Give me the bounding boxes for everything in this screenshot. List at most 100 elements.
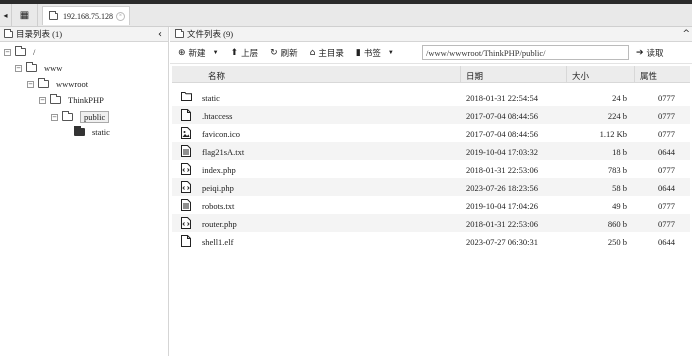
file-name: .htaccess [202, 111, 233, 121]
file-name: favicon.ico [202, 129, 240, 139]
directory-panel-header: 目录列表 (1) ‹ [0, 27, 168, 42]
file-row[interactable]: router.php 2018-01-31 22:53:06 860 b 0777 [172, 214, 690, 232]
file-name: flag21sA.txt [202, 147, 245, 157]
column-attr[interactable]: 属性 [640, 70, 657, 82]
prev-tab-button[interactable]: ◂ [0, 4, 12, 26]
file-table-header: 名称 日期 大小 属性 [172, 66, 690, 83]
folder-icon [50, 94, 61, 104]
plus-circle-icon: ⊕ [178, 47, 186, 58]
home-button-label: 主目录 [318, 47, 344, 58]
caret-down-icon: ▼ [387, 49, 394, 56]
file-date: 2018-01-31 22:53:06 [466, 165, 539, 175]
file-size: 18 b [612, 147, 627, 157]
file-row[interactable]: shell1.elf 2023-07-27 06:30:31 250 b 0644 [172, 232, 690, 250]
code-file-icon [181, 181, 191, 193]
file-name: index.php [202, 165, 236, 175]
folder-icon [175, 28, 184, 38]
refresh-button-label: 刷新 [280, 47, 298, 58]
file-name: robots.txt [202, 201, 235, 211]
file-toolbar: ⊕ 新建 ▼ ⬆ 上层 ↻ 刷新 ⌂ 主目录 ▮ 书签 ▼ ➔ 读取 [170, 42, 692, 64]
collapse-toggle-icon[interactable]: − [39, 96, 46, 104]
folder-icon [62, 111, 73, 121]
file-date: 2018-01-31 22:53:06 [466, 219, 539, 229]
file-attr: 0777 [658, 219, 675, 229]
path-input[interactable] [422, 45, 629, 60]
file-row[interactable]: index.php 2018-01-31 22:53:06 783 b 0777 [172, 160, 690, 178]
collapse-right-icon[interactable]: ^ [682, 29, 690, 39]
refresh-button[interactable]: ↻ 刷新 [270, 47, 298, 59]
file-date: 2018-01-31 22:54:54 [466, 93, 539, 103]
collapse-toggle-icon[interactable]: − [51, 113, 58, 121]
file-name: router.php [202, 219, 237, 229]
file-size: 1.12 Kb [599, 129, 627, 139]
text-file-icon [181, 145, 191, 157]
file-size: 49 b [612, 201, 627, 211]
file-attr: 0777 [658, 111, 675, 121]
column-divider [634, 66, 635, 83]
file-attr: 0644 [658, 147, 675, 157]
close-icon[interactable]: × [116, 11, 125, 21]
bookmark-button[interactable]: ▮ 书签 ▼ [356, 47, 394, 59]
folder-icon [49, 10, 58, 20]
column-size[interactable]: 大小 [572, 70, 589, 82]
file-date: 2017-07-04 08:44:56 [466, 129, 539, 139]
tree-node-www[interactable]: − www [15, 62, 62, 73]
text-file-icon [181, 199, 191, 211]
file-attr: 0777 [658, 129, 675, 139]
home-icon: ⌂ [309, 47, 316, 58]
file-row[interactable]: static 2018-01-31 22:54:54 24 b 0777 [172, 88, 690, 106]
tree-node-wwwroot[interactable]: − wwwroot [27, 78, 88, 89]
file-attr: 0644 [658, 237, 675, 247]
file-row[interactable]: peiqi.php 2023-07-26 18:23:56 58 b 0644 [172, 178, 690, 196]
grid-icon: ▦ [19, 9, 30, 21]
tree-node-label: static [92, 127, 110, 137]
read-button[interactable]: ➔ 读取 [636, 45, 664, 60]
file-size: 224 b [607, 111, 627, 121]
home-button[interactable]: ⌂ 主目录 [310, 47, 344, 59]
file-date: 2023-07-27 06:30:31 [466, 237, 539, 247]
caret-down-icon: ▼ [212, 49, 219, 56]
file-size: 58 b [612, 183, 627, 193]
tab-title: 192.168.75.128 [63, 11, 113, 21]
file-attr: 0644 [658, 183, 675, 193]
tree-node-public[interactable]: − public [51, 111, 110, 123]
refresh-icon: ↻ [270, 47, 278, 58]
tab-grid-button[interactable]: ▦ [12, 4, 38, 26]
file-name: shell1.elf [202, 237, 234, 247]
file-date: 2017-07-04 08:44:56 [466, 111, 539, 121]
file-name: static [202, 93, 220, 103]
up-button[interactable]: ⬆ 上层 [231, 47, 259, 59]
tree-node-static[interactable]: static [63, 126, 110, 137]
code-file-icon [181, 163, 191, 175]
tree-node-root[interactable]: − / [4, 46, 36, 57]
file-row[interactable]: flag21sA.txt 2019-10-04 17:03:32 18 b 0644 [172, 142, 690, 160]
arrow-right-icon: ➔ [636, 47, 644, 58]
arrow-up-icon: ⬆ [230, 47, 239, 58]
collapse-toggle-icon[interactable]: − [27, 80, 34, 88]
file-size: 783 b [607, 165, 627, 175]
file-date: 2019-10-04 17:04:26 [466, 201, 539, 211]
folder-icon [38, 78, 49, 88]
file-size: 860 b [607, 219, 627, 229]
tree-node-thinkphp[interactable]: − ThinkPHP [39, 94, 104, 105]
image-file-icon [181, 127, 191, 139]
new-button[interactable]: ⊕ 新建 ▼ [178, 47, 219, 59]
column-divider [460, 66, 461, 83]
file-row[interactable]: .htaccess 2017-07-04 08:44:56 224 b 0777 [172, 106, 690, 124]
tree-node-label: public [80, 111, 110, 123]
tree-node-label: / [33, 47, 36, 57]
folder-icon [181, 91, 192, 103]
tab-server[interactable]: 192.168.75.128 × [42, 6, 130, 25]
tab-strip: ◂ ▦ 192.168.75.128 × [0, 4, 692, 27]
read-button-label: 读取 [646, 47, 664, 58]
column-divider [566, 66, 567, 83]
column-date[interactable]: 日期 [466, 70, 483, 82]
collapse-toggle-icon[interactable]: − [4, 48, 11, 56]
file-row[interactable]: favicon.ico 2017-07-04 08:44:56 1.12 Kb 077… [172, 124, 690, 142]
bookmark-icon: ▮ [355, 47, 361, 58]
file-row[interactable]: robots.txt 2019-10-04 17:04:26 49 b 0777 [172, 196, 690, 214]
column-name[interactable]: 名称 [208, 70, 225, 82]
collapse-icon[interactable]: ‹ [158, 29, 162, 40]
file-icon [181, 235, 191, 247]
collapse-toggle-icon[interactable]: − [15, 64, 22, 72]
